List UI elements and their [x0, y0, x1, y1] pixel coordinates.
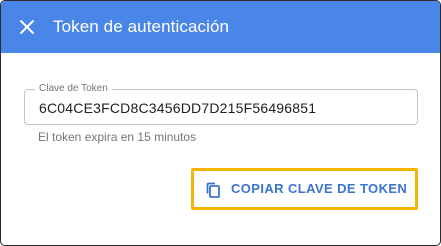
token-field-label: Clave de Token	[35, 82, 112, 96]
token-expiry-helper: El token expira en 15 minutos	[38, 130, 197, 144]
close-button[interactable]	[15, 15, 39, 39]
close-icon	[20, 20, 34, 34]
token-field[interactable]: Clave de Token 6C04CE3FCD8C3456DD7D215F5…	[24, 82, 418, 125]
token-dialog: Token de autenticación Clave de Token 6C…	[0, 0, 441, 246]
copy-button-label: COPIAR CLAVE DE TOKEN	[231, 181, 408, 196]
copy-token-button[interactable]: COPIAR CLAVE DE TOKEN	[194, 171, 415, 207]
token-value[interactable]: 6C04CE3FCD8C3456DD7D215F56496851	[39, 99, 316, 117]
copy-icon	[206, 182, 220, 198]
dialog-title: Token de autenticación	[53, 17, 230, 36]
dialog-header: Token de autenticación	[1, 1, 440, 53]
